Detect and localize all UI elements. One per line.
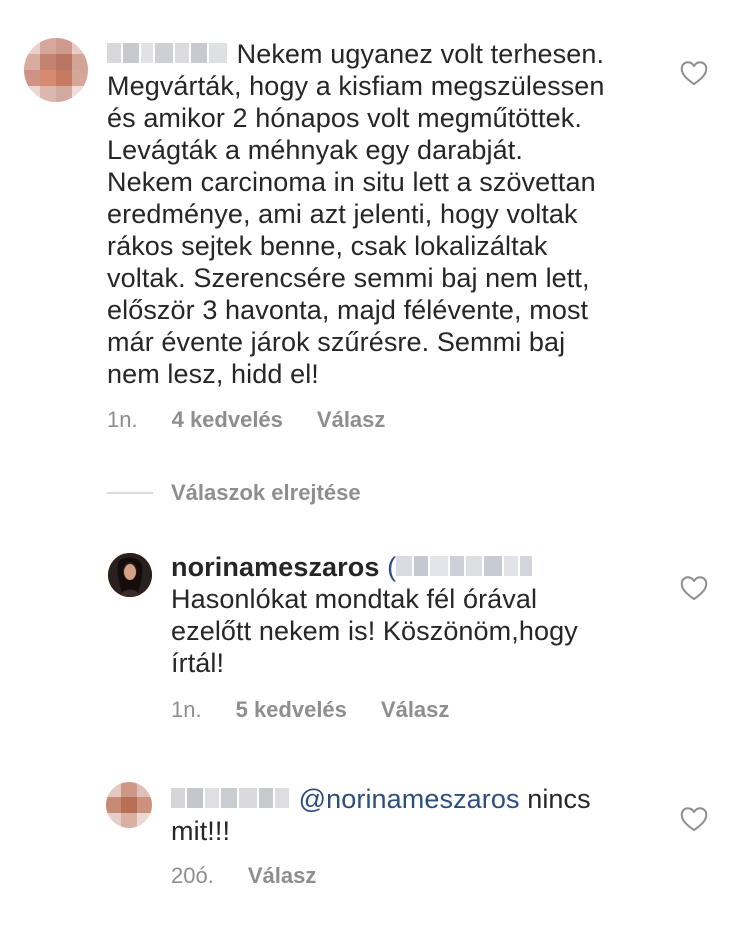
reply-line: Hasonlókat mondtak fél órával xyxy=(171,584,538,614)
comment-body: Nekem ugyanez volt terhesen. Megvárták, … xyxy=(107,38,667,390)
reply-line: norinameszaros ( xyxy=(171,551,641,583)
avatar[interactable] xyxy=(108,553,152,597)
comment-line: és amikor 2 hónapos volt megműtöttek. xyxy=(107,103,582,133)
reply-line: ezelőtt nekem is! Köszönöm,hogy xyxy=(171,616,578,646)
reply-button[interactable]: Válasz xyxy=(248,863,317,889)
mention-blurred[interactable] xyxy=(396,555,533,576)
hide-replies-label: Válaszok elrejtése xyxy=(171,480,361,505)
comment-line: már évente járok szűrésre. Semmi baj xyxy=(107,327,566,357)
reply-line: @norinameszaros nincs xyxy=(171,783,651,815)
comment-line: eredménye, ami azt jelenti, hogy voltak xyxy=(107,199,578,229)
comment-line: Nekem ugyanez volt terhesen. xyxy=(107,38,667,70)
comment-line: rákos sejtek benne, csak lokalizáltak xyxy=(107,231,548,261)
reply-button[interactable]: Válasz xyxy=(317,407,386,433)
comment-line: Nekem carcinoma in situ lett a szövettan xyxy=(107,167,596,197)
username-blurred[interactable] xyxy=(107,42,229,63)
reply-body: @norinameszaros nincs mit!!! xyxy=(171,783,651,847)
likes-count[interactable]: 4 kedvelés xyxy=(172,407,283,433)
hide-replies-button[interactable]: Válaszok elrejtése xyxy=(107,480,361,506)
reply-line: írtál! xyxy=(171,648,225,678)
avatar[interactable] xyxy=(106,782,152,828)
mention-open: ( xyxy=(387,552,397,582)
likes-count[interactable]: 5 kedvelés xyxy=(236,697,347,723)
reply-line: mit!!! xyxy=(171,816,231,846)
reply-meta: 1n. 5 kedvelés Válasz xyxy=(171,697,449,723)
avatar[interactable] xyxy=(24,38,88,102)
profile-photo xyxy=(108,553,152,597)
comment-line: Levágták a méhnyak egy darabját. xyxy=(107,135,523,165)
comment-line-text: Nekem ugyanez volt terhesen. xyxy=(236,39,605,69)
reply-button[interactable]: Válasz xyxy=(381,697,450,723)
heart-outline-icon[interactable] xyxy=(680,575,708,601)
username-blurred[interactable] xyxy=(171,787,291,808)
comment-meta: 1n. 4 kedvelés Válasz xyxy=(107,407,385,433)
timestamp[interactable]: 1n. xyxy=(107,407,138,433)
mention-link[interactable]: @norinameszaros xyxy=(299,784,520,814)
reply-meta: 20ó. Válasz xyxy=(171,863,316,889)
comment-line: Megvárták, hogy a kisfiam megszülessen xyxy=(107,71,605,101)
heart-outline-icon[interactable] xyxy=(680,806,708,832)
comment-line: először 3 havonta, majd félévente, most xyxy=(107,295,589,325)
comment-line: voltak. Szerencsére semmi baj nem lett, xyxy=(107,263,590,293)
timestamp[interactable]: 1n. xyxy=(171,697,202,723)
heart-outline-icon[interactable] xyxy=(680,60,708,86)
timestamp[interactable]: 20ó. xyxy=(171,863,214,889)
username-link[interactable]: norinameszaros xyxy=(171,552,379,582)
comment-line: nem lesz, hidd el! xyxy=(107,359,319,389)
reply-body: norinameszaros ( Hasonlókat mondtak fél … xyxy=(171,551,641,679)
reply-text: nincs xyxy=(519,784,591,814)
divider xyxy=(107,492,153,494)
